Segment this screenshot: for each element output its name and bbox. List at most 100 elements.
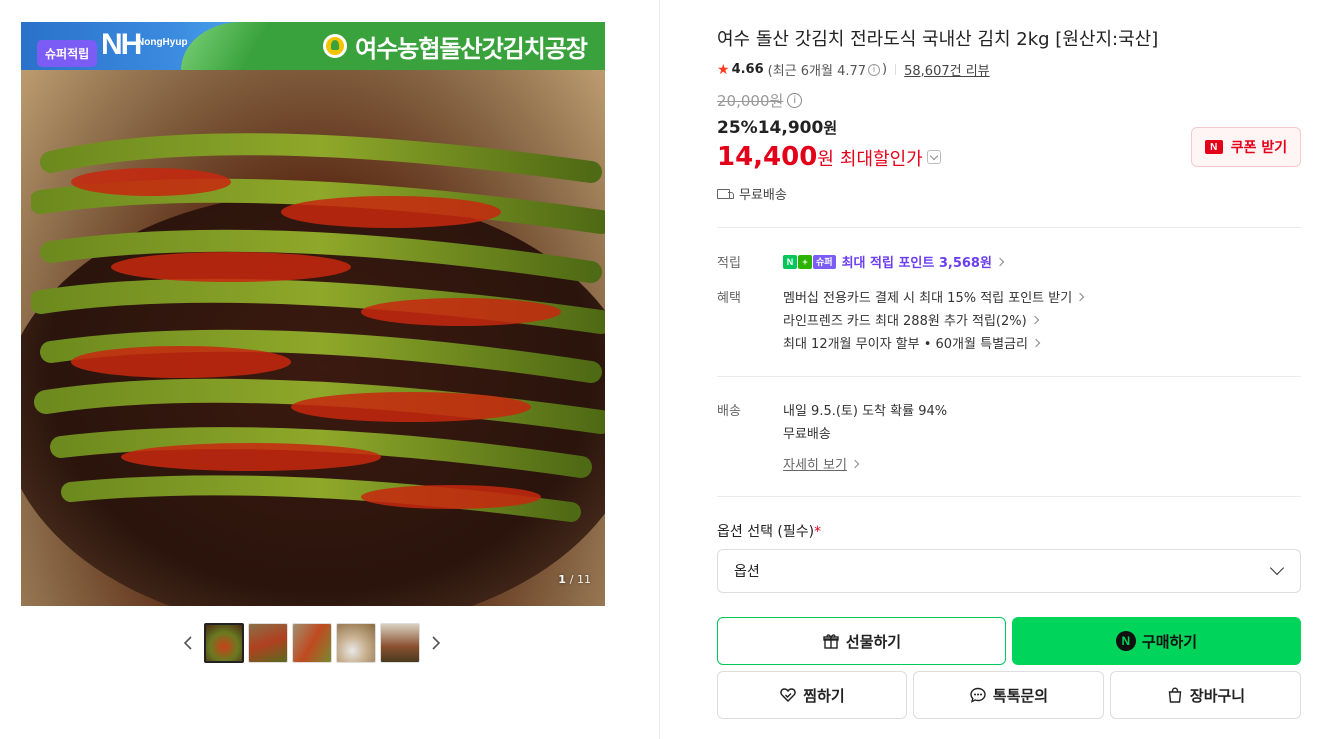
chevron-right-icon bbox=[1030, 315, 1039, 324]
shopping-bag-icon bbox=[1166, 686, 1184, 704]
super-point-badge: 슈퍼적립 bbox=[37, 40, 98, 67]
original-price: 20,000원 bbox=[717, 92, 784, 110]
talk-button[interactable]: 톡톡문의 bbox=[913, 671, 1104, 719]
divider bbox=[895, 64, 897, 75]
option-select[interactable]: 옵션 bbox=[717, 549, 1301, 593]
thumbnail-strip bbox=[176, 622, 448, 664]
super-badge: 슈퍼 bbox=[813, 254, 836, 269]
rating-recent: (최근 6개월 4.77 bbox=[767, 64, 867, 79]
benefit-text: 멤버십 전용카드 결제 시 최대 15% 적립 포인트 받기 bbox=[783, 291, 1073, 306]
chevron-left-icon bbox=[183, 636, 192, 650]
nh-logo-subtitle: NongHyup bbox=[137, 37, 188, 48]
image-counter: 1 / 11 bbox=[558, 573, 591, 586]
delivery-eta: 내일 9.5.(토) 도착 확률 94% bbox=[783, 404, 948, 419]
delivery-line-1: 내일 9.5.(토) 도착 확률 94% bbox=[783, 400, 947, 419]
benefit-line-1[interactable]: 멤버십 전용카드 결제 시 최대 15% 적립 포인트 받기 bbox=[783, 287, 1085, 306]
chevron-right-icon bbox=[1031, 338, 1041, 347]
chevron-right-icon bbox=[1075, 292, 1085, 301]
wish-button-label: 찜하기 bbox=[803, 686, 845, 705]
naver-n-badge: N bbox=[783, 254, 797, 269]
section-divider bbox=[717, 376, 1301, 377]
talk-button-label: 톡톡문의 bbox=[992, 686, 1049, 705]
max-discount-won: 원 bbox=[817, 149, 834, 170]
sale-price: 14,900 bbox=[757, 118, 824, 138]
delivery-label: 배송 bbox=[717, 404, 741, 419]
thumbnail-2[interactable] bbox=[248, 623, 288, 663]
delivery-fee: 무료배송 bbox=[783, 427, 831, 442]
original-price-row: 20,000원 i bbox=[717, 90, 803, 111]
shipping-row: 무료배송 bbox=[717, 184, 787, 203]
main-product-image[interactable]: NH NongHyup 여수농협돌산갓김치공장 슈퍼적립 1 / 11 bbox=[21, 22, 605, 606]
chevron-right-icon bbox=[432, 636, 441, 650]
plus-badge: + bbox=[798, 254, 812, 269]
delivery-more-text: 자세히 보기 bbox=[783, 458, 847, 473]
price-info-icon[interactable]: i bbox=[787, 93, 803, 108]
point-badges: N + 슈퍼 bbox=[783, 254, 836, 269]
image-counter-total: / 11 bbox=[569, 573, 591, 586]
rating-row: ★ 4.66 (최근 6개월 4.77 i ) 58,607건 리뷰 bbox=[717, 60, 990, 80]
rating-value: 4.66 bbox=[731, 62, 764, 77]
banner-title: 여수농협돌산갓김치공장 bbox=[355, 34, 588, 63]
chevron-right-icon bbox=[850, 459, 860, 468]
product-title: 여수 돌산 갓김치 전라도식 국내산 김치 2kg [원산지:국산] bbox=[717, 29, 1159, 50]
heart-icon bbox=[779, 686, 797, 704]
option-label: 옵션 선택 (필수)* bbox=[717, 521, 821, 541]
thumbnail-3[interactable] bbox=[292, 623, 332, 663]
buy-button[interactable]: N 구매하기 bbox=[1012, 617, 1301, 665]
kimchi-graphic bbox=[31, 133, 605, 522]
option-label-text: 옵션 선택 (필수) bbox=[717, 524, 815, 540]
rating-recent-close: ) bbox=[882, 62, 888, 77]
thumbnail-5[interactable] bbox=[380, 623, 420, 663]
delivery-line-2: 무료배송 bbox=[783, 423, 831, 442]
banner-curve bbox=[181, 22, 301, 70]
review-count-link[interactable]: 58,607건 리뷰 bbox=[904, 60, 990, 79]
sale-price-row: 25%14,900원 bbox=[717, 117, 837, 138]
max-discount-label: 최대할인가 bbox=[839, 149, 923, 170]
naver-pay-icon: N bbox=[1115, 631, 1136, 651]
brand-banner: NH NongHyup 여수농협돌산갓김치공장 bbox=[21, 22, 605, 70]
thumbnail-4[interactable] bbox=[336, 623, 376, 663]
cart-button-label: 장바구니 bbox=[1189, 686, 1246, 705]
nonghyup-emblem-icon bbox=[323, 34, 348, 58]
discount-rate: 25% bbox=[717, 118, 758, 138]
gift-icon bbox=[822, 632, 840, 650]
delivery-more-link[interactable]: 자세히 보기 bbox=[783, 454, 860, 473]
section-divider bbox=[717, 496, 1301, 497]
image-counter-current: 1 bbox=[558, 573, 566, 586]
max-discount-row: 14,400 원 최대할인가 bbox=[717, 142, 941, 172]
thumb-next-button[interactable] bbox=[424, 623, 448, 663]
star-icon: ★ bbox=[717, 61, 730, 78]
shipping-text: 무료배송 bbox=[739, 188, 787, 203]
naver-n-icon: N bbox=[1204, 140, 1223, 154]
benefit-text: 최대 12개월 무이자 할부 • 60개월 특별금리 bbox=[783, 337, 1028, 352]
coupon-button-label: 쿠폰 받기 bbox=[1230, 140, 1288, 156]
max-discount-price: 14,400 bbox=[717, 142, 818, 172]
point-label: 적립 bbox=[717, 256, 741, 271]
coupon-button[interactable]: N 쿠폰 받기 bbox=[1191, 127, 1301, 167]
gift-button[interactable]: 선물하기 bbox=[717, 617, 1006, 665]
product-gallery: NH NongHyup 여수농협돌산갓김치공장 슈퍼적립 1 / 11 bbox=[0, 0, 660, 739]
buy-button-label: 구매하기 bbox=[1141, 632, 1198, 651]
benefit-line-2[interactable]: 라인프렌즈 카드 최대 288원 추가 적립(2%) bbox=[783, 310, 1039, 329]
nh-logo: NH bbox=[101, 28, 142, 61]
benefit-label: 혜택 bbox=[717, 291, 741, 306]
chevron-right-icon bbox=[995, 257, 1005, 266]
max-point-text: 최대 적립 포인트 3,568원 bbox=[841, 256, 992, 271]
truck-icon bbox=[717, 188, 735, 200]
option-select-value: 옵션 bbox=[734, 564, 760, 580]
thumbnail-1[interactable] bbox=[204, 623, 244, 663]
info-icon[interactable]: i bbox=[868, 63, 881, 76]
benefit-line-3[interactable]: 최대 12개월 무이자 할부 • 60개월 특별금리 bbox=[783, 333, 1041, 352]
gift-button-label: 선물하기 bbox=[845, 632, 902, 651]
wish-button[interactable]: 찜하기 bbox=[717, 671, 907, 719]
benefit-text: 라인프렌즈 카드 최대 288원 추가 적립(2%) bbox=[783, 314, 1027, 329]
chevron-down-icon bbox=[1269, 560, 1285, 576]
chevron-down-icon[interactable] bbox=[926, 150, 941, 164]
point-line[interactable]: N + 슈퍼 최대 적립 포인트 3,568원 bbox=[783, 252, 1005, 271]
cart-button[interactable]: 장바구니 bbox=[1110, 671, 1301, 719]
section-divider bbox=[717, 227, 1301, 228]
required-mark: * bbox=[814, 524, 822, 540]
chat-icon bbox=[969, 686, 987, 704]
sale-price-won: 원 bbox=[823, 119, 838, 137]
thumb-prev-button[interactable] bbox=[176, 623, 200, 663]
